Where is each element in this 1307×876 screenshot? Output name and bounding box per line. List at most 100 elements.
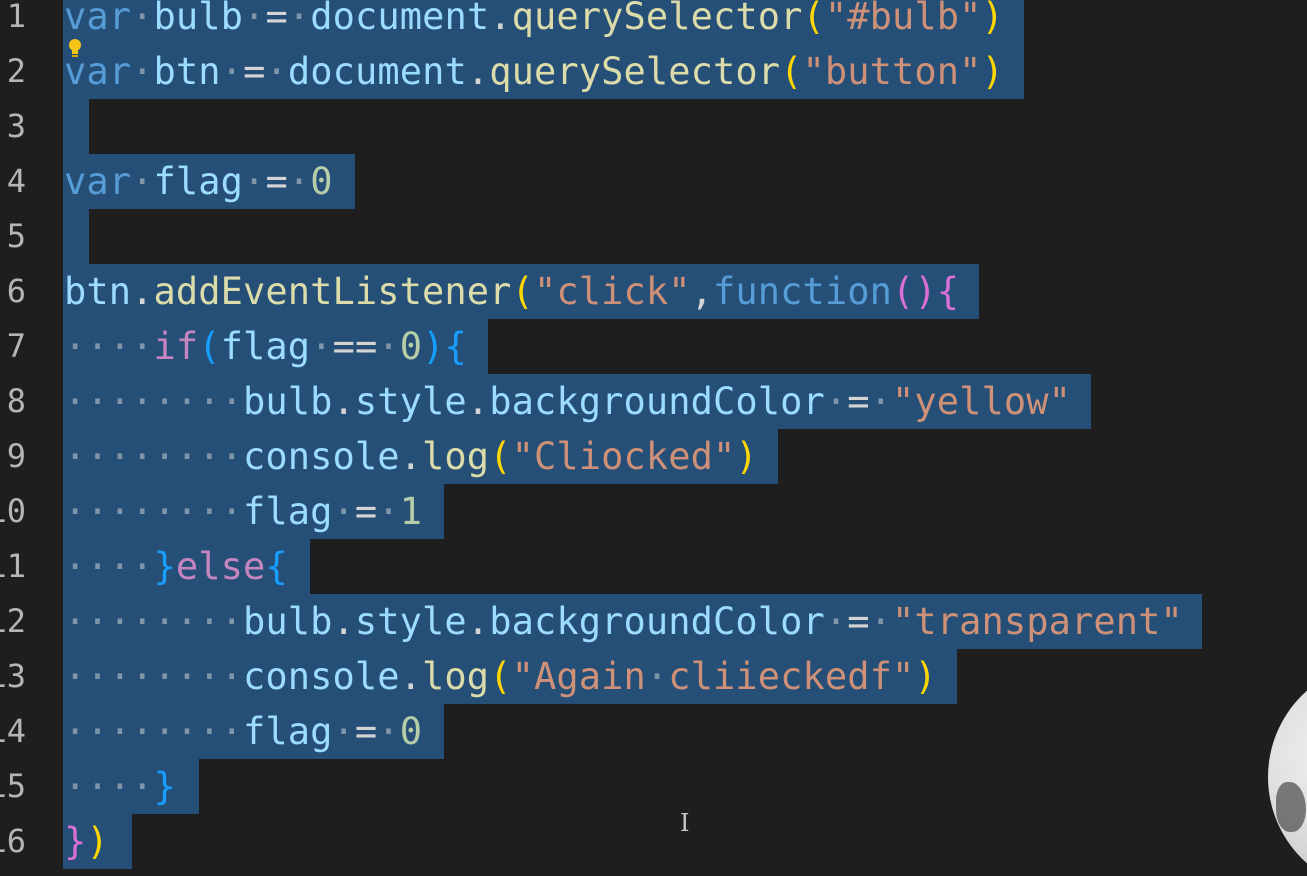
code-line[interactable]: 4 var·flag·=·0: [0, 154, 1307, 209]
code-token: .: [399, 435, 423, 478]
code-token: ·: [824, 600, 848, 643]
line-number: 12: [0, 602, 26, 640]
code-token: ): [86, 820, 109, 863]
code-line[interactable]: 2 var·btn·=·document.querySelector("butto…: [0, 44, 1307, 99]
code-text: ····}else{: [64, 539, 288, 594]
code-line[interactable]: 6 btn.addEventListener("click",function()…: [0, 264, 1307, 319]
code-token: backgroundColor: [489, 380, 825, 423]
code-token: addEventListener: [153, 270, 512, 313]
code-token: ·: [287, 160, 311, 203]
selection-highlight: [63, 99, 89, 154]
code-token: =: [265, 0, 288, 38]
code-token: bulb: [153, 0, 244, 38]
code-token: ·: [287, 0, 311, 38]
code-text: btn.addEventListener("click",function(){: [64, 264, 959, 319]
line-number: 11: [0, 547, 26, 585]
code-token: ==: [332, 325, 378, 368]
code-token: ·: [377, 710, 400, 753]
code-token: ·: [645, 655, 669, 698]
code-token: ·: [377, 325, 400, 368]
code-token: ····: [64, 545, 154, 588]
code-line[interactable]: 8 ········bulb.style.backgroundColor·=·"y…: [0, 374, 1307, 429]
code-token: ): [735, 435, 758, 478]
code-token: ·: [824, 380, 848, 423]
line-number: 10: [0, 492, 26, 530]
code-line[interactable]: 13 ········console.log("Again·cliieckedf"…: [0, 649, 1307, 704]
code-token: (: [802, 0, 825, 38]
line-number: 4: [6, 162, 26, 200]
line-number: 5: [6, 217, 26, 255]
code-text: ········bulb.style.backgroundColor·=·"ye…: [64, 374, 1071, 429]
code-line[interactable]: 12········bulb.style.backgroundColor·=·"…: [0, 594, 1307, 649]
line-number: 8: [6, 382, 26, 420]
code-token: }: [64, 820, 87, 863]
code-token: else: [175, 545, 266, 588]
code-token: btn: [153, 50, 221, 93]
code-token: ·: [869, 600, 893, 643]
code-token: flag: [243, 490, 333, 533]
code-token: ): [981, 0, 1004, 38]
line-number: 6: [6, 272, 26, 310]
code-token: .: [489, 0, 512, 38]
code-token: var: [64, 160, 132, 203]
code-line[interactable]: 14········flag·=·0: [0, 704, 1307, 759]
code-token: querySelector: [511, 0, 803, 38]
code-token: ·: [310, 325, 333, 368]
code-token: (: [780, 50, 803, 93]
code-token: "Cliocked": [511, 435, 736, 478]
line-number: 14: [0, 712, 26, 750]
line-number: 7: [6, 327, 26, 365]
code-line[interactable]: 11 ····}else{: [0, 539, 1307, 594]
code-token: .: [332, 380, 355, 423]
code-text: ········console.log("Again·cliieckedf"): [64, 649, 937, 704]
code-token: var: [64, 0, 132, 38]
code-token: .: [131, 270, 154, 313]
code-token: (): [891, 270, 937, 313]
code-token: flag: [243, 710, 333, 753]
line-number: 2: [6, 52, 26, 90]
code-token: .: [466, 600, 490, 643]
code-token: ·: [332, 490, 355, 533]
code-token: ·: [131, 0, 154, 38]
code-line[interactable]: 10········flag·=·1: [0, 484, 1307, 539]
code-text: ········flag·=·1: [64, 484, 422, 539]
code-token: ········: [64, 710, 244, 753]
code-token: 0: [399, 710, 423, 753]
code-token: ·: [131, 50, 154, 93]
code-token: ·: [243, 0, 266, 38]
code-token: 1: [399, 490, 423, 533]
code-token: {: [936, 270, 960, 313]
code-token: cliieckedf": [668, 655, 915, 698]
code-token: (: [511, 270, 534, 313]
code-token: backgroundColor: [489, 600, 825, 643]
code-line[interactable]: 16}): [0, 814, 1307, 869]
code-token: =: [265, 160, 288, 203]
code-line[interactable]: 7 ····if(flag·==·0){: [0, 319, 1307, 374]
code-token: ········: [64, 490, 244, 533]
line-number: 16: [0, 822, 26, 860]
code-token: ,: [690, 270, 713, 313]
code-token: "click": [533, 270, 691, 313]
code-line[interactable]: 9 ········console.log("Cliocked"): [0, 429, 1307, 484]
code-line[interactable]: 3: [0, 99, 1307, 154]
code-token: "button": [802, 50, 982, 93]
code-token: .: [466, 380, 490, 423]
code-editor[interactable]: 1 var·bulb·=·document.querySelector("#bul…: [0, 0, 1307, 876]
code-text: ········console.log("Cliocked"): [64, 429, 758, 484]
code-line[interactable]: 1 var·bulb·=·document.querySelector("#bul…: [0, 0, 1307, 44]
code-token: "Again: [511, 655, 646, 698]
line-number: 3: [6, 107, 26, 145]
code-token: ): [981, 50, 1004, 93]
code-text: ········bulb.style.backgroundColor·=·"tr…: [64, 594, 1183, 649]
lightbulb-icon[interactable]: [68, 38, 82, 60]
text-cursor-icon: I: [680, 809, 690, 837]
code-token: =: [354, 490, 378, 533]
code-line[interactable]: 15 ····}: [0, 759, 1307, 814]
code-token: (: [489, 655, 512, 698]
code-token: =: [354, 710, 378, 753]
code-line[interactable]: 5: [0, 209, 1307, 264]
code-token: document: [287, 50, 467, 93]
code-token: ·: [243, 160, 266, 203]
code-token: if: [153, 325, 199, 368]
code-token: =: [847, 600, 870, 643]
